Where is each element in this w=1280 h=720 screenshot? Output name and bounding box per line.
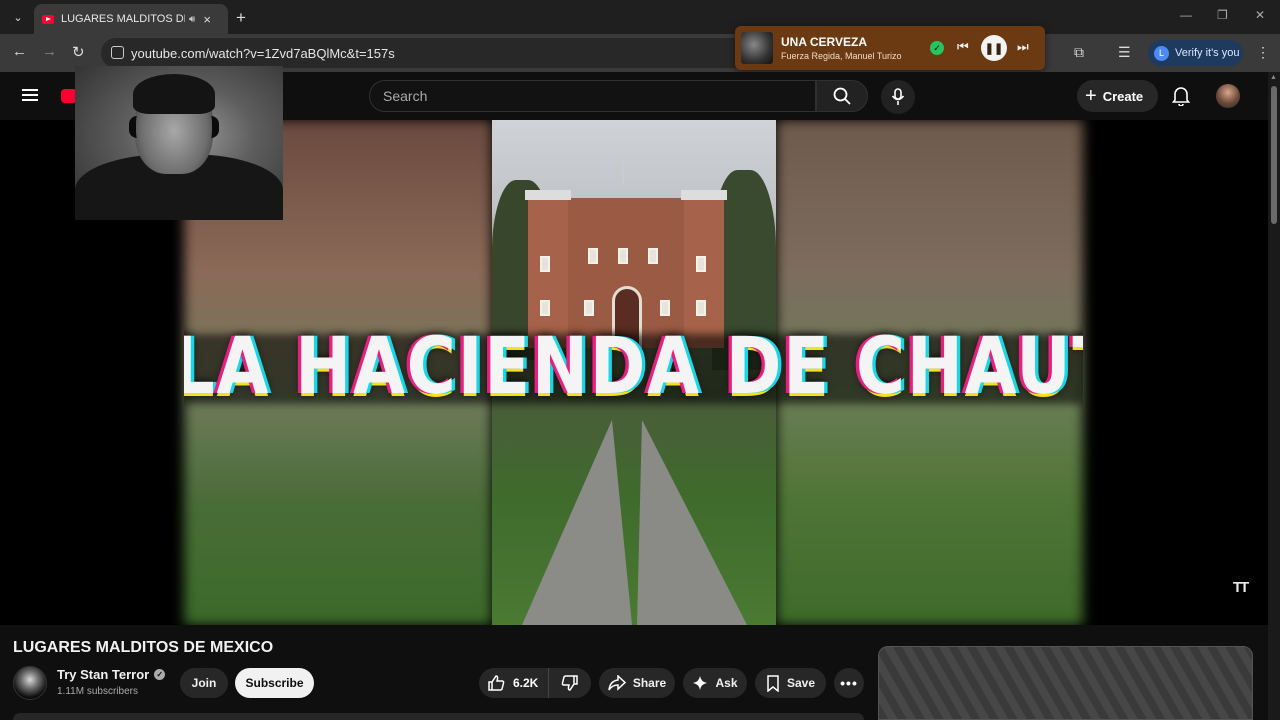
- window-close-icon[interactable]: ✕: [1255, 8, 1265, 22]
- notifications-bell-icon[interactable]: [1171, 86, 1191, 111]
- like-button[interactable]: 6.2K: [479, 668, 549, 698]
- voice-search-button[interactable]: [881, 80, 915, 114]
- thumbs-up-icon: [488, 675, 505, 691]
- video-overlay-title: LA HACIENDA DE CHAUTLA: [184, 316, 1083, 416]
- webcam-overlay: [75, 66, 283, 220]
- album-art: [741, 32, 773, 64]
- forward-icon[interactable]: →: [42, 43, 57, 60]
- browser-menu-icon[interactable]: ⋮: [1256, 44, 1270, 61]
- verify-label: Verify it's you: [1175, 47, 1240, 59]
- search-placeholder: Search: [383, 88, 428, 104]
- tab-search-chevron-icon[interactable]: ⌄: [8, 7, 28, 27]
- sidebar-promo-panel[interactable]: [878, 646, 1253, 720]
- pause-icon[interactable]: ❚❚: [981, 35, 1007, 61]
- join-label: Join: [191, 676, 217, 690]
- youtube-favicon-icon: [42, 14, 54, 24]
- song-artist: Fuerza Regida, Manuel Turizo: [781, 51, 902, 61]
- save-button[interactable]: Save: [755, 668, 826, 698]
- bookmark-icon: [766, 674, 780, 692]
- subscriber-count: 1.11M subscribers: [57, 686, 138, 697]
- channel-avatar[interactable]: [13, 666, 47, 700]
- plus-icon: +: [1085, 84, 1097, 107]
- page-scrollbar[interactable]: ▲: [1268, 72, 1280, 720]
- subscribe-label: Subscribe: [245, 676, 304, 690]
- headset-icon: [129, 116, 219, 138]
- browser-tab-strip: ⌄ LUGARES MALDITOS DE MEXICO 🔊︎ × + — ❐ …: [0, 0, 1280, 34]
- join-button[interactable]: Join: [180, 668, 228, 698]
- previous-track-icon[interactable]: ⏮︎: [957, 39, 969, 55]
- minimize-icon[interactable]: —: [1180, 8, 1192, 22]
- account-avatar[interactable]: [1216, 84, 1240, 108]
- scroll-up-arrow-icon[interactable]: ▲: [1270, 74, 1277, 81]
- profile-badge-icon: L: [1154, 45, 1169, 61]
- subscribe-button[interactable]: Subscribe: [235, 668, 314, 698]
- address-bar[interactable]: youtube.com/watch?v=1Zvd7aBQlMc&t=157s: [101, 38, 791, 68]
- share-label: Share: [632, 676, 667, 690]
- next-track-icon[interactable]: ⏭︎: [1017, 39, 1029, 55]
- sparkle-icon: [692, 675, 708, 691]
- tab-title: LUGARES MALDITOS DE MEXICO: [61, 13, 185, 25]
- channel-name[interactable]: Try Stan Terror ✓: [57, 667, 166, 682]
- channel-name-text: Try Stan Terror: [57, 667, 150, 682]
- media-controls-popup: UNA CERVEZA Fuerza Regida, Manuel Turizo…: [735, 26, 1045, 70]
- close-icon[interactable]: ×: [203, 12, 211, 27]
- description-box[interactable]: [13, 713, 864, 720]
- site-info-icon[interactable]: [111, 46, 124, 59]
- microphone-icon: [891, 88, 905, 105]
- more-actions-icon[interactable]: •••: [834, 668, 864, 698]
- verified-badge-icon: ✓: [154, 669, 166, 680]
- speaker-icon[interactable]: 🔊︎: [189, 14, 195, 25]
- like-count: 6.2K: [513, 676, 539, 690]
- scrollbar-thumb[interactable]: [1271, 86, 1277, 224]
- song-title: UNA CERVEZA: [781, 35, 868, 49]
- video-title: LUGARES MALDITOS DE MEXICO: [13, 639, 274, 656]
- hamburger-menu-icon[interactable]: [22, 89, 38, 101]
- restore-icon[interactable]: ❐: [1217, 8, 1228, 22]
- search-input[interactable]: Search: [369, 80, 816, 112]
- check-icon: ✓: [930, 41, 944, 55]
- save-label: Save: [786, 676, 816, 690]
- share-button[interactable]: Share: [599, 668, 675, 698]
- ask-label: Ask: [715, 676, 738, 690]
- like-dislike-group: 6.2K: [479, 668, 591, 698]
- video-details: LUGARES MALDITOS DE MEXICO Try Stan Terr…: [0, 625, 1268, 720]
- create-button[interactable]: + Create: [1077, 80, 1158, 112]
- create-label: Create: [1102, 88, 1144, 104]
- url-text: youtube.com/watch?v=1Zvd7aBQlMc&t=157s: [131, 45, 395, 61]
- browser-tab-active[interactable]: LUGARES MALDITOS DE MEXICO 🔊︎ ×: [34, 4, 228, 34]
- captions-icon[interactable]: TT: [1226, 573, 1254, 601]
- search-button[interactable]: [816, 80, 868, 112]
- overlay-title-text: LA HACIENDA DE CHAUTLA: [184, 322, 1083, 412]
- verify-identity-button[interactable]: L Verify it's you: [1148, 40, 1243, 66]
- thumbs-down-icon: [561, 675, 578, 691]
- ask-button[interactable]: Ask: [683, 668, 747, 698]
- dislike-button[interactable]: [549, 668, 591, 698]
- reload-icon[interactable]: ↻: [72, 43, 85, 61]
- share-arrow-icon: [608, 675, 626, 691]
- reading-list-icon[interactable]: ☰: [1118, 44, 1131, 61]
- extensions-icon[interactable]: ⧉: [1074, 44, 1084, 61]
- new-tab-plus-icon[interactable]: +: [236, 8, 246, 28]
- search-icon: [833, 87, 851, 105]
- back-icon[interactable]: ←: [12, 43, 27, 60]
